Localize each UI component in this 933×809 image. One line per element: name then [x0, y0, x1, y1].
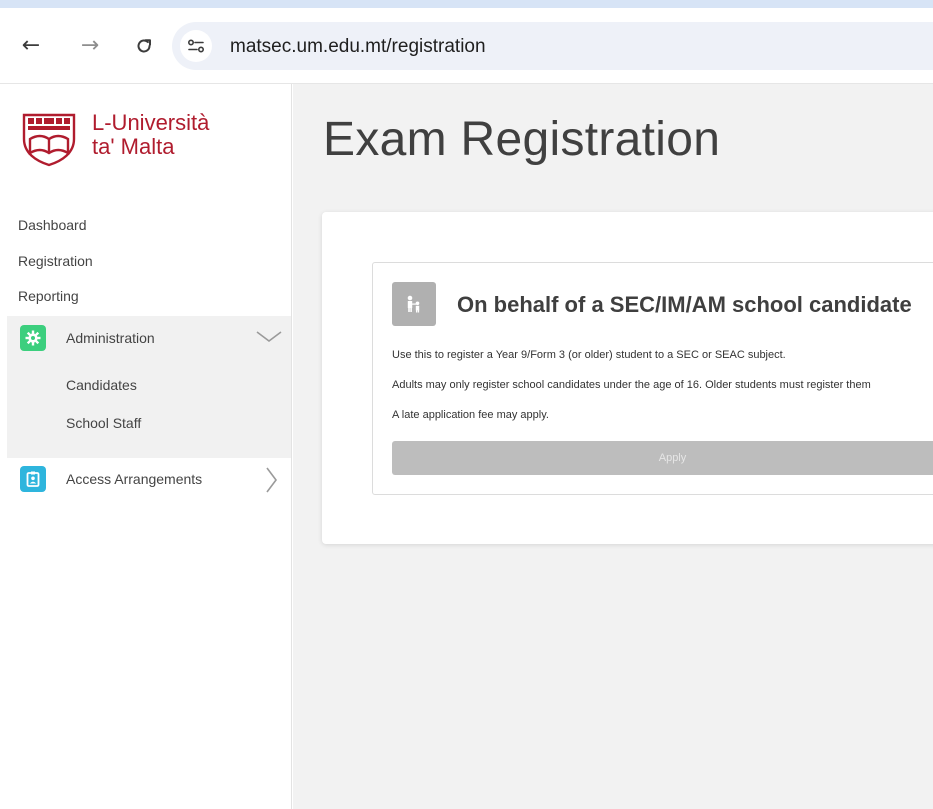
registration-option-card: On behalf of a SEC/IM/AM school candidat… [372, 262, 933, 495]
university-crest-icon [22, 113, 76, 167]
id-badge-icon [20, 466, 46, 492]
university-logo[interactable]: L-Università ta' Malta [18, 109, 238, 169]
university-name: L-Università ta' Malta [92, 111, 209, 159]
nav-access-arrangements-label: Access Arrangements [66, 471, 203, 487]
gear-icon [20, 325, 46, 351]
main-content: Exam Registration On behalf of a SEC/IM/… [293, 84, 933, 809]
university-name-line1: L-Università [92, 110, 210, 135]
page-title: Exam Registration [323, 113, 721, 166]
address-bar[interactable]: matsec.um.edu.mt/registration [172, 22, 933, 70]
sidebar: L-Università ta' Malta Dashboard Registr… [0, 84, 292, 809]
card-description-line: Adults may only register school candidat… [392, 379, 871, 391]
reload-icon[interactable] [131, 33, 157, 59]
browser-top-strip [0, 0, 933, 8]
nav-reporting[interactable]: Reporting [18, 288, 79, 304]
site-settings-icon[interactable] [180, 30, 212, 62]
browser-toolbar: ← → matsec.um.edu.mt/registration [0, 8, 933, 84]
nav-dashboard[interactable]: Dashboard [18, 217, 87, 233]
apply-button[interactable]: Apply [392, 441, 933, 475]
nav-administration-group: Administration Candidates School Staff [7, 316, 291, 458]
nav-administration[interactable]: Administration [7, 316, 291, 360]
url-text[interactable]: matsec.um.edu.mt/registration [230, 36, 486, 58]
nav-registration[interactable]: Registration [18, 253, 93, 269]
forward-icon[interactable]: → [77, 33, 103, 59]
nav-school-staff[interactable]: School Staff [66, 415, 141, 431]
nav-access-arrangements[interactable]: Access Arrangements [7, 458, 291, 502]
back-icon[interactable]: ← [18, 33, 44, 59]
chevron-down-icon[interactable] [255, 330, 283, 349]
nav-candidates[interactable]: Candidates [66, 377, 137, 393]
card-description-line: Use this to register a Year 9/Form 3 (or… [392, 349, 786, 361]
parent-child-icon [392, 282, 436, 326]
nav-administration-label: Administration [66, 330, 155, 346]
university-name-line2: ta' Malta [92, 134, 175, 159]
chevron-right-icon[interactable] [265, 466, 279, 499]
registration-panel: On behalf of a SEC/IM/AM school candidat… [322, 212, 933, 544]
card-description-line: A late application fee may apply. [392, 409, 549, 421]
card-title: On behalf of a SEC/IM/AM school candidat… [457, 292, 912, 317]
